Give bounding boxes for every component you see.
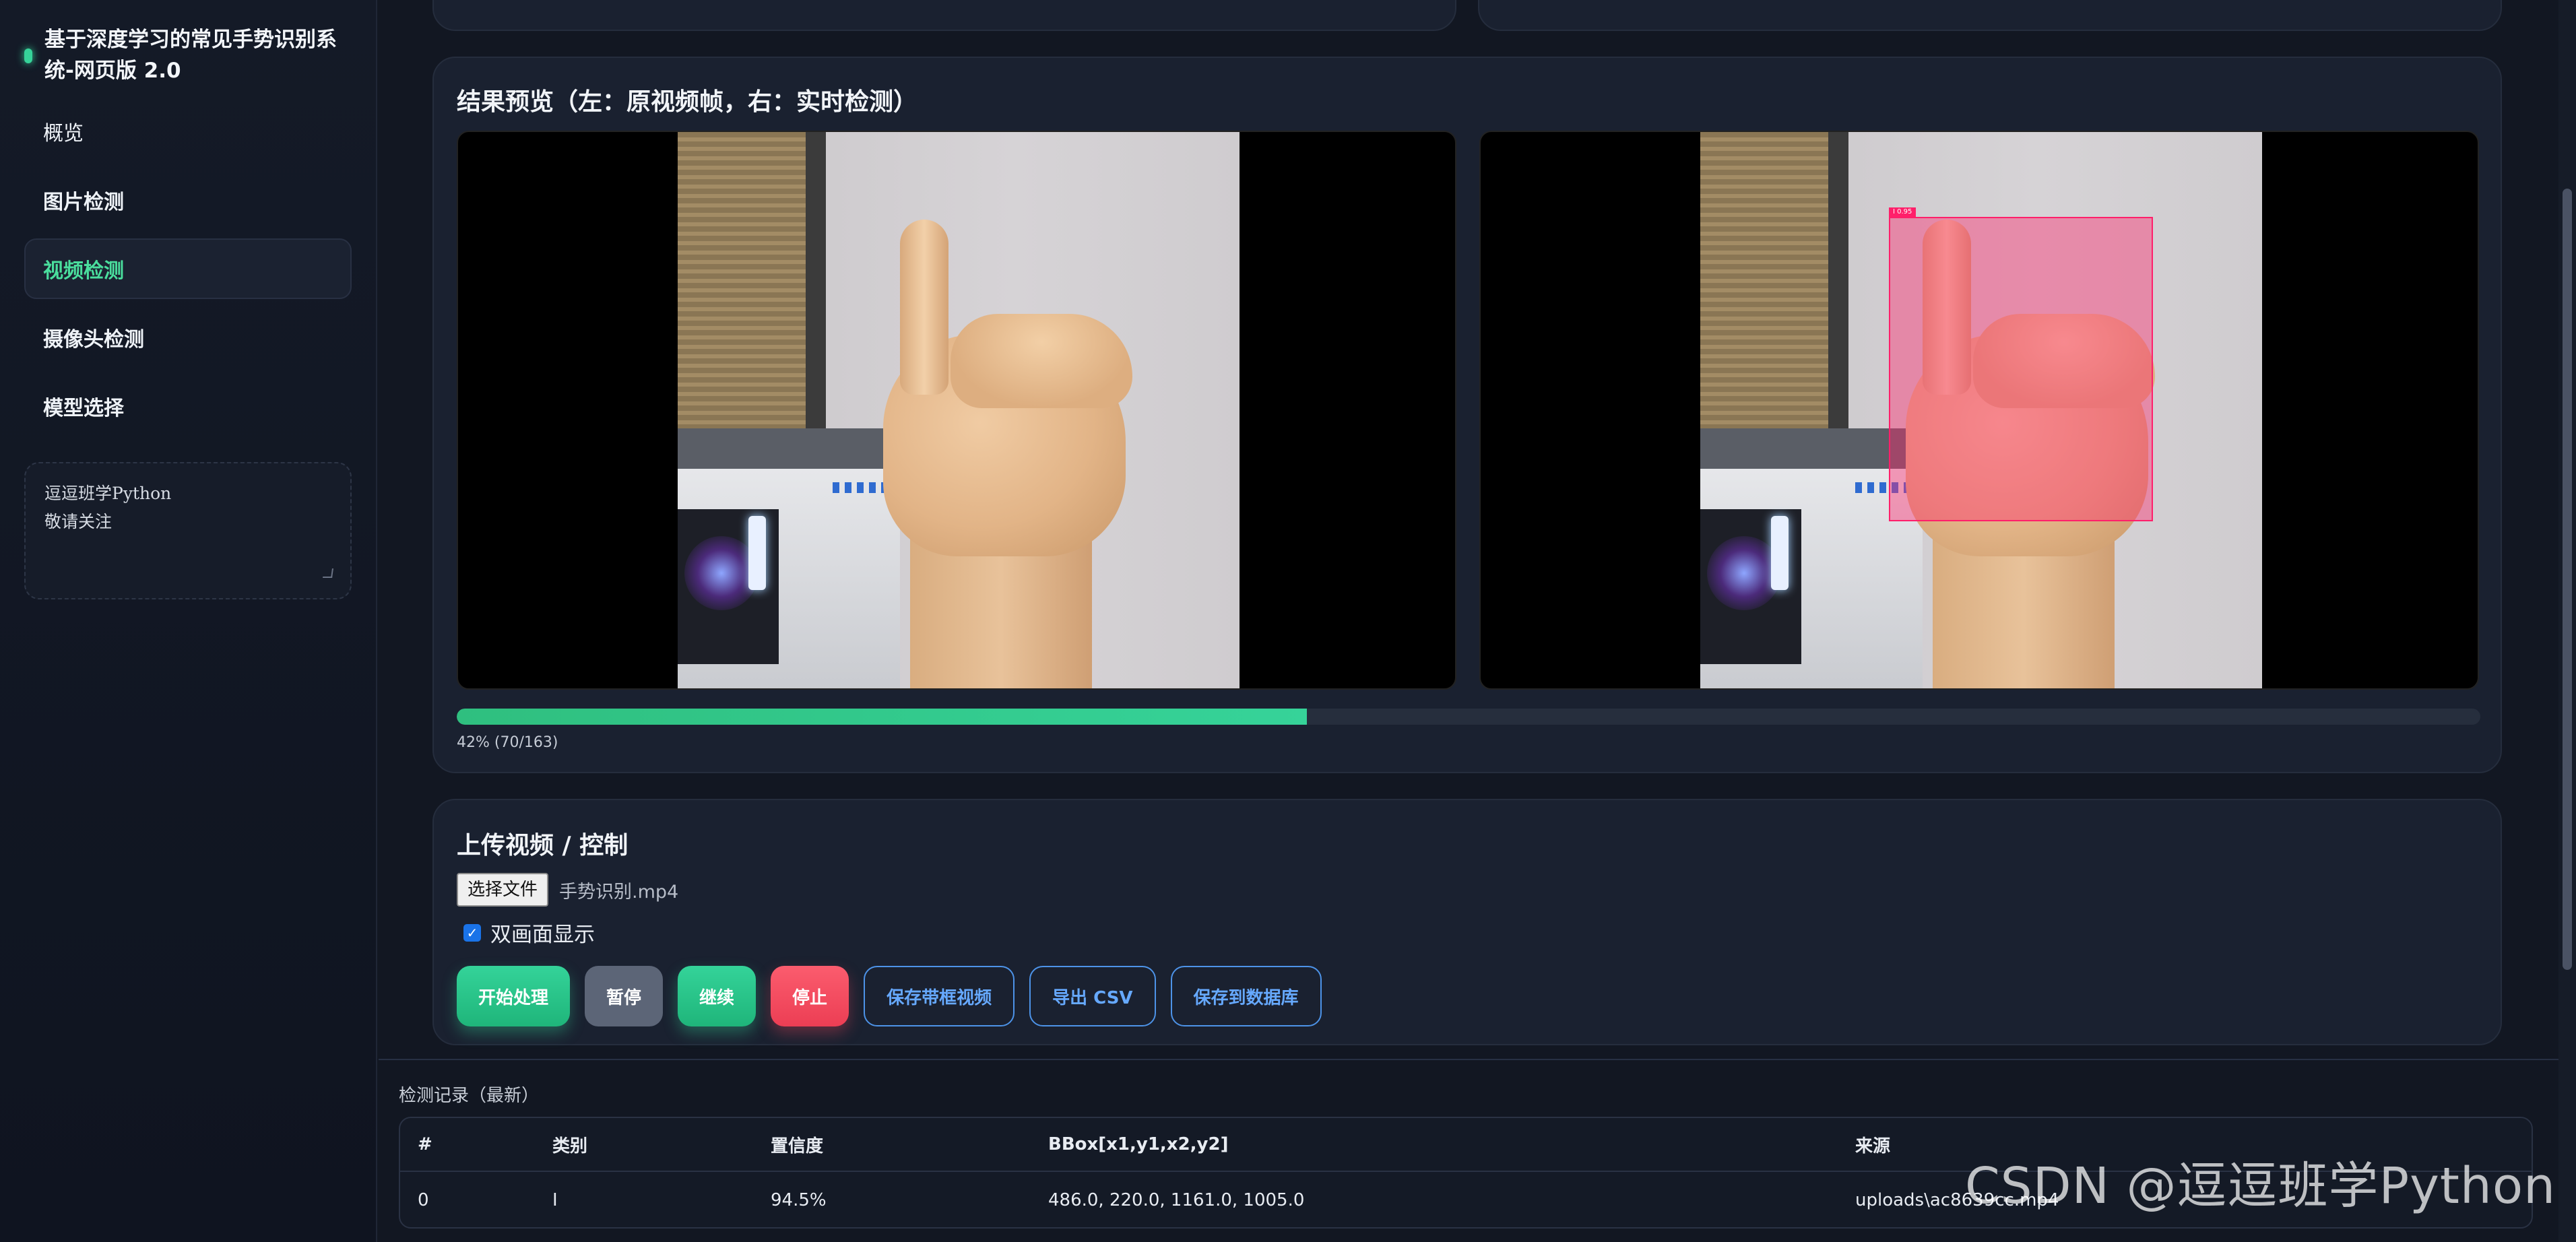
brand: 基于深度学习的常见手势识别系统-网页版 2.0 — [24, 24, 354, 86]
dual-view-checkbox[interactable]: ✓ — [463, 923, 481, 942]
detection-frame-image: I 0.95 — [1700, 132, 2262, 688]
column-header: 类别 — [552, 1136, 588, 1156]
cell-bbox: 486.0, 220.0, 1161.0, 1005.0 — [1048, 1190, 1305, 1210]
app-title: 基于深度学习的常见手势识别系统-网页版 2.0 — [44, 28, 337, 83]
file-name: 手势识别.mp4 — [559, 881, 679, 903]
sidebar-item-label: 图片检测 — [43, 191, 124, 214]
main-content: 结果预览（左：原视频帧，右：实时检测） I 0.95 42% (70/163) … — [379, 0, 2558, 1242]
upload-title: 上传视频 / 控制 — [457, 832, 629, 859]
stop-button[interactable]: 停止 — [771, 966, 849, 1026]
save-video-button[interactable]: 保存带框视频 — [864, 966, 1015, 1026]
sidebar: 基于深度学习的常见手势识别系统-网页版 2.0 概览 图片检测 视频检测 摄像头… — [0, 0, 377, 1242]
detection-label: I 0.95 — [1889, 207, 1917, 217]
start-button[interactable]: 开始处理 — [457, 966, 571, 1026]
status-dot-icon — [24, 48, 32, 63]
resume-button[interactable]: 继续 — [678, 966, 756, 1026]
sidebar-item-camera-detection[interactable]: 摄像头检测 — [24, 307, 352, 368]
detection-frame: I 0.95 — [1479, 131, 2479, 690]
column-header: # — [418, 1134, 432, 1154]
progress-text: 42% (70/163) — [457, 734, 558, 751]
cell-index: 0 — [418, 1190, 429, 1210]
top-card-left — [432, 0, 1456, 31]
divider — [379, 1059, 2558, 1060]
column-header: BBox[x1,y1,x2,y2] — [1048, 1134, 1229, 1154]
resize-handle-icon[interactable] — [323, 568, 333, 578]
top-card-right — [1478, 0, 2502, 31]
export-csv-button[interactable]: 导出 CSV — [1029, 966, 1156, 1026]
preview-card: 结果预览（左：原视频帧，右：实时检测） I 0.95 42% (70/163) — [432, 57, 2502, 773]
progress-bar — [457, 709, 2480, 725]
scrollbar-thumb[interactable] — [2563, 189, 2572, 970]
sidebar-item-model-selection[interactable]: 模型选择 — [24, 376, 352, 436]
detection-bbox: I 0.95 — [1889, 207, 2153, 521]
upload-card: 上传视频 / 控制 选择文件 手势识别.mp4 ✓ 双画面显示 开始处理 暂停 … — [432, 799, 2502, 1045]
control-buttons: 开始处理 暂停 继续 停止 保存带框视频 导出 CSV 保存到数据库 — [457, 966, 1337, 1026]
column-header: 置信度 — [771, 1136, 824, 1156]
records-label: 检测记录（最新） — [399, 1086, 540, 1106]
dual-view-label: 双画面显示 — [490, 923, 595, 947]
preview-title: 结果预览（左：原视频帧，右：实时检测） — [457, 88, 918, 116]
note-textarea[interactable]: 逗逗班学Python 敬请关注 — [24, 462, 352, 599]
sidebar-item-video-detection[interactable]: 视频检测 — [24, 238, 352, 299]
file-picker: 选择文件 手势识别.mp4 — [457, 873, 678, 907]
dual-view-toggle[interactable]: ✓ 双画面显示 — [463, 917, 595, 948]
sidebar-item-overview[interactable]: 概览 — [24, 101, 352, 162]
pause-button[interactable]: 暂停 — [585, 966, 664, 1026]
save-db-button[interactable]: 保存到数据库 — [1170, 966, 1322, 1026]
sidebar-item-label: 模型选择 — [43, 397, 124, 420]
sidebar-item-label: 概览 — [43, 122, 84, 145]
sidebar-item-image-detection[interactable]: 图片检测 — [24, 170, 352, 230]
watermark: CSDN @逗逗班学Python — [1964, 1157, 2556, 1215]
sidebar-item-label: 视频检测 — [43, 259, 124, 283]
choose-file-button[interactable]: 选择文件 — [457, 873, 549, 907]
sidebar-nav: 概览 图片检测 视频检测 摄像头检测 模型选择 — [24, 101, 352, 445]
original-frame — [457, 131, 1456, 690]
column-header: 来源 — [1855, 1136, 1891, 1156]
cell-confidence: 94.5% — [771, 1190, 827, 1210]
note-line-1: 逗逗班学Python — [44, 484, 172, 503]
sidebar-item-label: 摄像头检测 — [43, 328, 144, 352]
progress-fill — [457, 709, 1307, 725]
cell-class: I — [552, 1190, 558, 1210]
video-frame-image — [678, 132, 1239, 688]
note-line-2: 敬请关注 — [44, 512, 112, 531]
